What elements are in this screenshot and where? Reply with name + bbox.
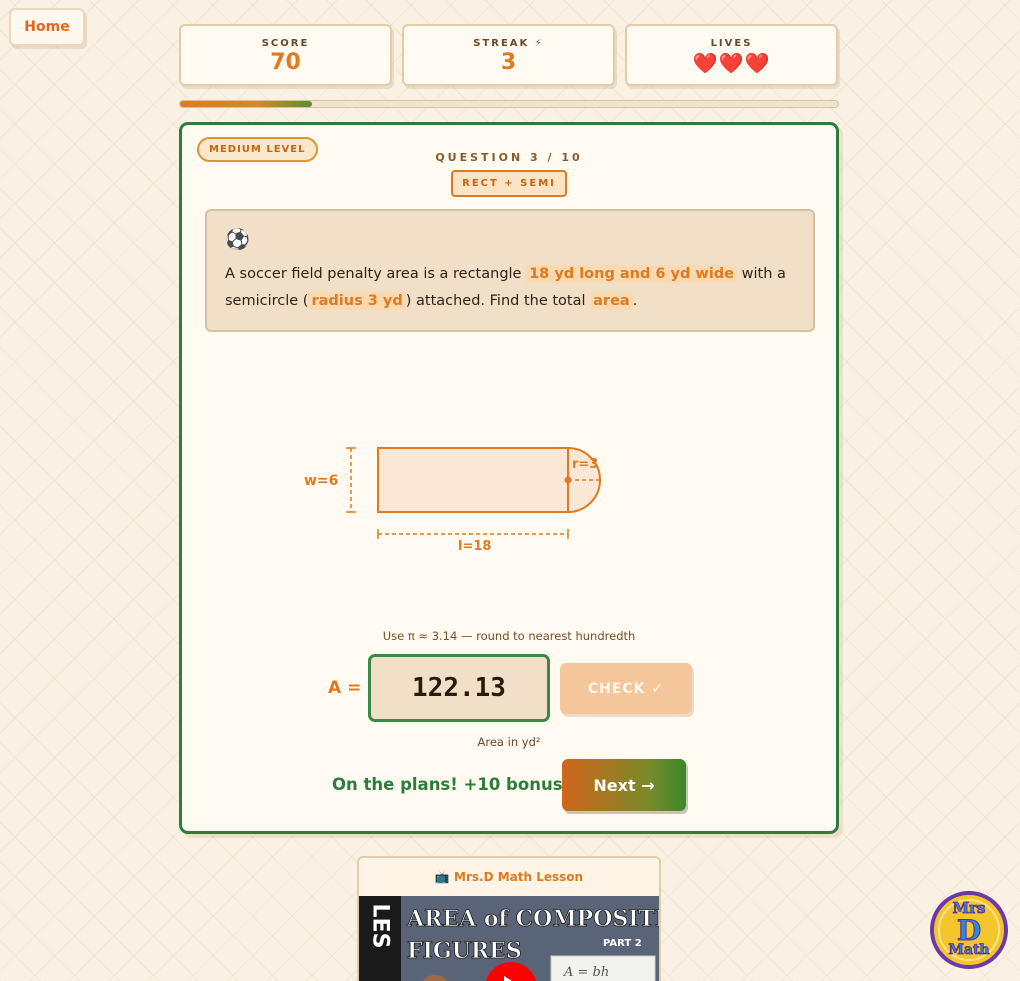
problem-box: ⚽ A soccer field penalty area is a recta… bbox=[205, 209, 815, 332]
topic-tag: RECT + SEMI bbox=[451, 170, 567, 197]
logo-text-math: Math bbox=[948, 942, 989, 958]
video-thumbnail[interactable]: LES AREA of COMPOSITE FIGURES PART 2 A =… bbox=[359, 896, 659, 981]
area-prefix-label: A = bbox=[328, 678, 362, 698]
lives-card: LIVES ❤️❤️❤️ bbox=[625, 24, 838, 86]
check-button[interactable]: CHECK ✓ bbox=[560, 663, 692, 714]
video-thumbnail-art: LES AREA of COMPOSITE FIGURES PART 2 A =… bbox=[359, 896, 661, 981]
thumb-formula: A = bh bbox=[563, 965, 609, 980]
streak-value: 3 bbox=[500, 50, 517, 75]
lives-hearts: ❤️❤️❤️ bbox=[692, 51, 771, 75]
length-label: l=18 bbox=[458, 539, 491, 554]
mrsd-math-logo[interactable]: Mrs D Math bbox=[929, 890, 1009, 970]
score-card: SCORE 70 bbox=[179, 24, 392, 86]
thumb-title-line-2: FIGURES bbox=[407, 938, 522, 964]
answer-input[interactable] bbox=[368, 654, 550, 722]
score-label: SCORE bbox=[261, 38, 310, 49]
problem-text: A soccer field penalty area is a rectang… bbox=[225, 261, 795, 315]
composite-figure-diagram: r=3 w=6 l=18 bbox=[304, 446, 601, 554]
thumb-title-line-1: AREA of COMPOSITE bbox=[406, 906, 661, 932]
pi-hint: Use π ≈ 3.14 — round to nearest hundredt… bbox=[382, 629, 636, 643]
feedback-message: On the plans! +10 bonus! bbox=[332, 775, 571, 794]
streak-label: STREAK ⚡ bbox=[473, 38, 544, 49]
lesson-video-card[interactable]: 📺 Mrs.D Math Lesson LES AREA of COMPOSIT… bbox=[357, 856, 661, 981]
soccer-ball-icon: ⚽ bbox=[225, 227, 250, 251]
home-button[interactable]: Home bbox=[9, 8, 85, 46]
progress-fill bbox=[180, 101, 312, 107]
rectangle-shape bbox=[377, 447, 569, 513]
radius-highlight: radius 3 yd bbox=[308, 292, 406, 310]
thumb-side-text: LES bbox=[368, 904, 393, 949]
lives-label: LIVES bbox=[710, 38, 753, 49]
dimension-highlight: 18 yd long and 6 yd wide bbox=[526, 265, 738, 283]
radius-label: r=3 bbox=[572, 457, 598, 472]
streak-card: STREAK ⚡ 3 bbox=[402, 24, 615, 86]
problem-text-part: . bbox=[632, 293, 638, 309]
center-dot bbox=[564, 476, 572, 484]
area-highlight: area bbox=[590, 292, 633, 310]
unit-hint: Area in yd² bbox=[477, 735, 541, 749]
width-label: w=6 bbox=[304, 473, 338, 489]
quiz-progress-bar bbox=[179, 100, 839, 108]
problem-text-part: ) attached. Find the total bbox=[405, 293, 591, 309]
thumb-part-label: PART 2 bbox=[603, 938, 642, 949]
score-value: 70 bbox=[270, 50, 301, 75]
lesson-title: 📺 Mrs.D Math Lesson bbox=[434, 870, 584, 884]
next-button[interactable]: Next → bbox=[562, 759, 686, 811]
question-counter: QUESTION 3 / 10 bbox=[435, 151, 583, 164]
problem-text-part: A soccer field penalty area is a rectang… bbox=[225, 266, 527, 282]
question-card: MEDIUM LEVEL QUESTION 3 / 10 RECT + SEMI… bbox=[179, 122, 839, 834]
